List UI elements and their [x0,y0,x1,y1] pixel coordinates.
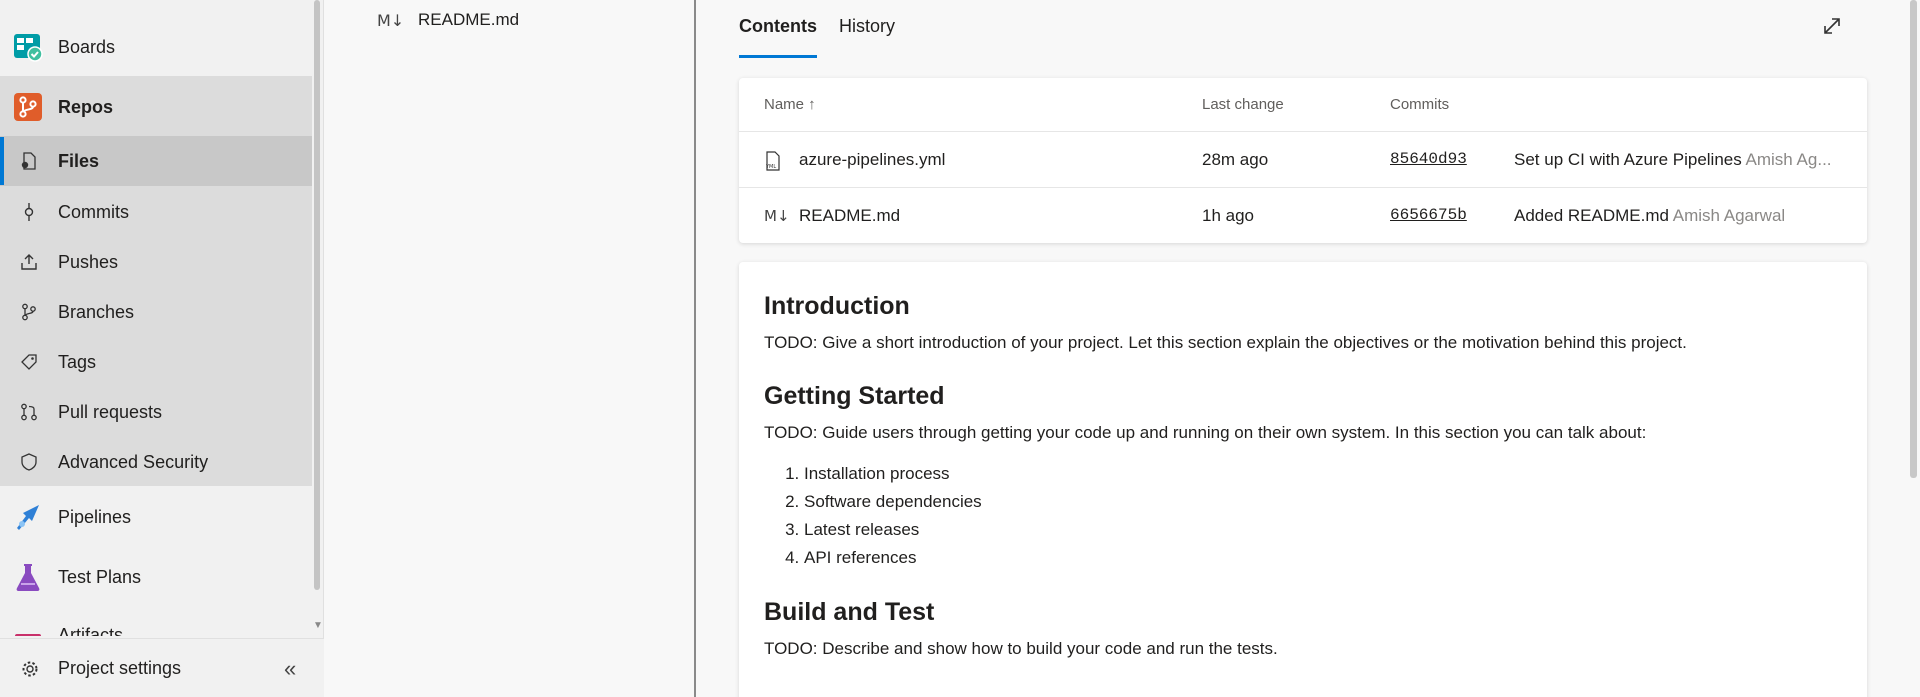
file-tree: M↓ README.md [325,0,696,697]
list-item: Software dependencies [804,488,1842,516]
column-header-commits: Commits [1390,96,1450,113]
files-table: Name ↑ Last change Commits YML azure-pip… [739,78,1867,243]
list-item: Latest releases [804,516,1842,544]
table-row[interactable]: M↓ README.md 1h ago 6656675b Added READM… [739,187,1867,242]
sidebar-item-test-plans[interactable]: Test Plans [0,548,312,606]
boards-icon [14,34,43,62]
collapse-sidebar-icon[interactable]: « [284,656,296,682]
sidebar-item-pushes[interactable]: Pushes [0,237,312,287]
commit-icon [24,203,34,221]
sidebar-item-label: Test Plans [58,566,142,587]
sidebar-item-label: Artifacts [58,624,124,637]
sidebar-item-branches[interactable]: Branches [0,287,312,337]
sidebar-item-pull-requests[interactable]: Pull requests [0,387,312,437]
file-name[interactable]: azure-pipelines.yml [799,150,945,170]
gear-icon [22,661,38,677]
last-change: 28m ago [1202,150,1269,169]
sidebar-item-repos[interactable]: Repos [0,78,312,136]
sidebar-item-label: Boards [58,36,116,57]
sidebar-item-label: Repos [58,96,114,117]
heading-introduction: Introduction [764,292,910,320]
build-paragraph: TODO: Describe and show how to build you… [764,639,1278,659]
getting-started-paragraph: TODO: Guide users through getting your c… [764,423,1647,443]
sidebar-item-boards[interactable]: Boards [0,18,312,76]
commit-author: Amish Agarwal [1672,206,1786,225]
sidebar-footer: Project settings « [0,638,324,697]
sidebar-item-advanced-security[interactable]: Advanced Security [0,437,312,487]
sidebar-item-artifacts[interactable]: Artifacts [0,606,312,636]
main-content: Contents History Name ↑ Last change Comm… [698,0,1920,697]
sidebar-item-files[interactable]: Files [0,136,312,186]
tree-item-label: README.md [418,10,520,29]
commit-hash-link[interactable]: 85640d93 [1390,150,1467,168]
readme-preview: Introduction TODO: Give a short introduc… [739,262,1867,697]
steps-list: Installation process Software dependenci… [804,460,1842,572]
sidebar-item-tags[interactable]: Tags [0,337,312,387]
project-settings-link[interactable]: Project settings [58,658,181,679]
sidebar-item-label: Files [58,150,100,171]
test-plans-icon [16,564,40,591]
markdown-file-icon: M↓ [764,207,790,225]
tree-item-readme[interactable]: M↓ README.md [377,10,519,30]
commit-message: Set up CI with Azure Pipelines Amish Ag.… [1514,150,1832,169]
svg-text:YML: YML [765,164,776,170]
expand-icon[interactable] [1821,15,1843,37]
left-sidebar: Boards Repos Files Commits Pushes Branch… [0,0,324,697]
sidebar-nav: Boards Repos Files Commits Pushes Branch… [0,0,324,636]
heading-build-and-test: Build and Test [764,598,935,627]
artifacts-icon [15,634,41,636]
repos-icon [14,93,42,121]
file-name[interactable]: README.md [799,206,900,226]
sidebar-item-pipelines[interactable]: Pipelines [0,488,312,546]
table-row[interactable]: YML azure-pipelines.yml 28m ago 85640d93… [739,132,1867,187]
yaml-file-icon: YML [764,151,782,171]
tag-icon [21,354,37,370]
sidebar-item-label: Tags [58,351,97,372]
sidebar-item-label: Pipelines [58,506,132,527]
commit-author: Amish Ag... [1745,150,1832,169]
branch-icon [22,303,36,321]
sidebar-item-label: Commits [58,201,129,222]
tab-history[interactable]: History [839,16,895,58]
commit-message: Added README.md Amish Agarwal [1514,206,1786,225]
sidebar-item-label: Pushes [58,251,119,272]
content-tabs: Contents History [739,16,917,58]
sidebar-item-label: Advanced Security [58,451,209,472]
markdown-file-icon: M↓ [377,10,405,30]
active-indicator [0,137,4,185]
intro-paragraph: TODO: Give a short introduction of your … [764,333,1687,352]
main-scrollbar[interactable] [1910,0,1917,478]
sidebar-item-label: Pull requests [58,401,163,422]
list-item: Installation process [804,460,1842,488]
heading-getting-started: Getting Started [764,382,945,411]
pipelines-icon [17,505,39,530]
commit-hash-link[interactable]: 6656675b [1390,206,1467,224]
pull-request-icon [21,403,37,421]
files-icon [21,152,36,170]
column-header-name[interactable]: Name ↑ [764,96,816,113]
last-change: 1h ago [1202,206,1254,225]
sidebar-item-commits[interactable]: Commits [0,187,312,237]
shield-icon [21,453,37,471]
table-header: Name ↑ Last change Commits [739,78,1867,132]
column-header-last-change: Last change [1202,96,1284,113]
sidebar-scrollbar[interactable] [314,0,320,590]
push-icon [21,254,37,270]
scroll-down-arrow-icon[interactable]: ▼ [313,620,323,631]
list-item: API references [804,544,1842,572]
sidebar-item-label: Branches [58,301,135,322]
tab-contents[interactable]: Contents [739,16,817,58]
